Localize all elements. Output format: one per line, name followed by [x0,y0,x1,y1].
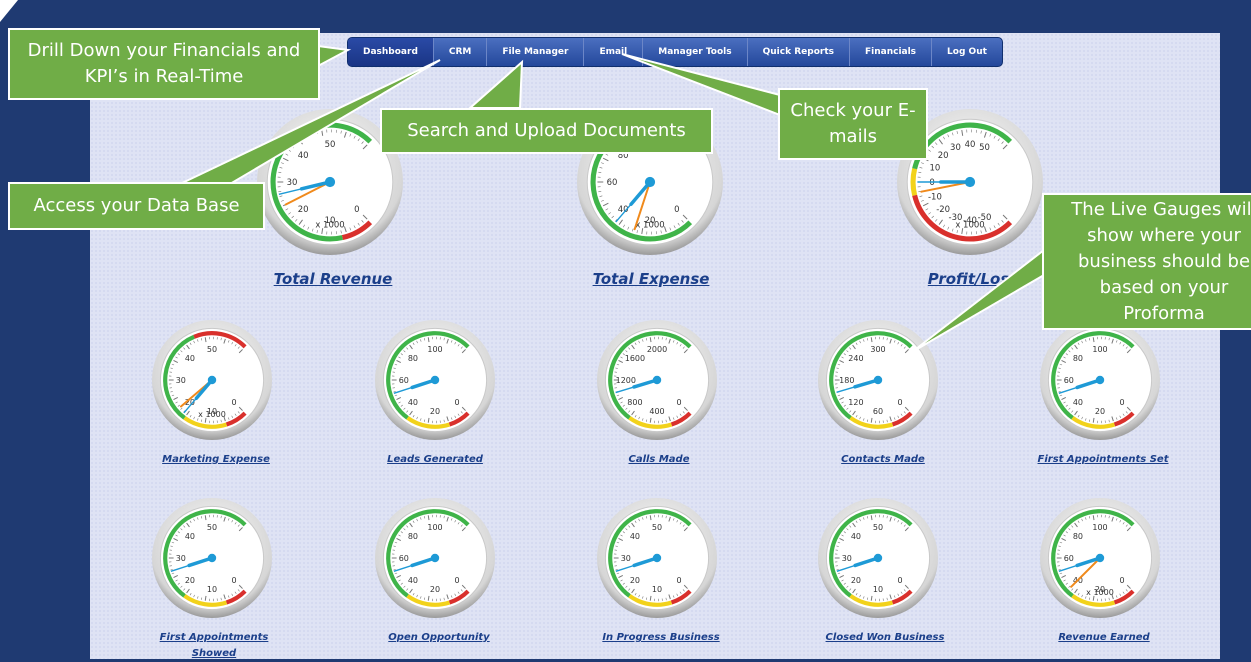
callout-drill-down-pointer [318,46,348,66]
callout-live-gauges: The Live Gauges will show where your bus… [1042,193,1251,330]
callout-live-gauges-text: The Live Gauges will show where your bus… [1064,197,1251,327]
callout-check-email-pointer [622,54,780,115]
callout-drill-down: Drill Down your Financials and KPI’s in … [8,28,320,100]
callout-check-email: Check your E-mails [778,88,928,160]
callout-database: Access your Data Base [8,182,265,230]
callout-search-upload-pointer [470,62,522,108]
callout-live-gauges-pointer [912,250,1044,352]
callout-search-upload: Search and Upload Documents [380,108,713,154]
